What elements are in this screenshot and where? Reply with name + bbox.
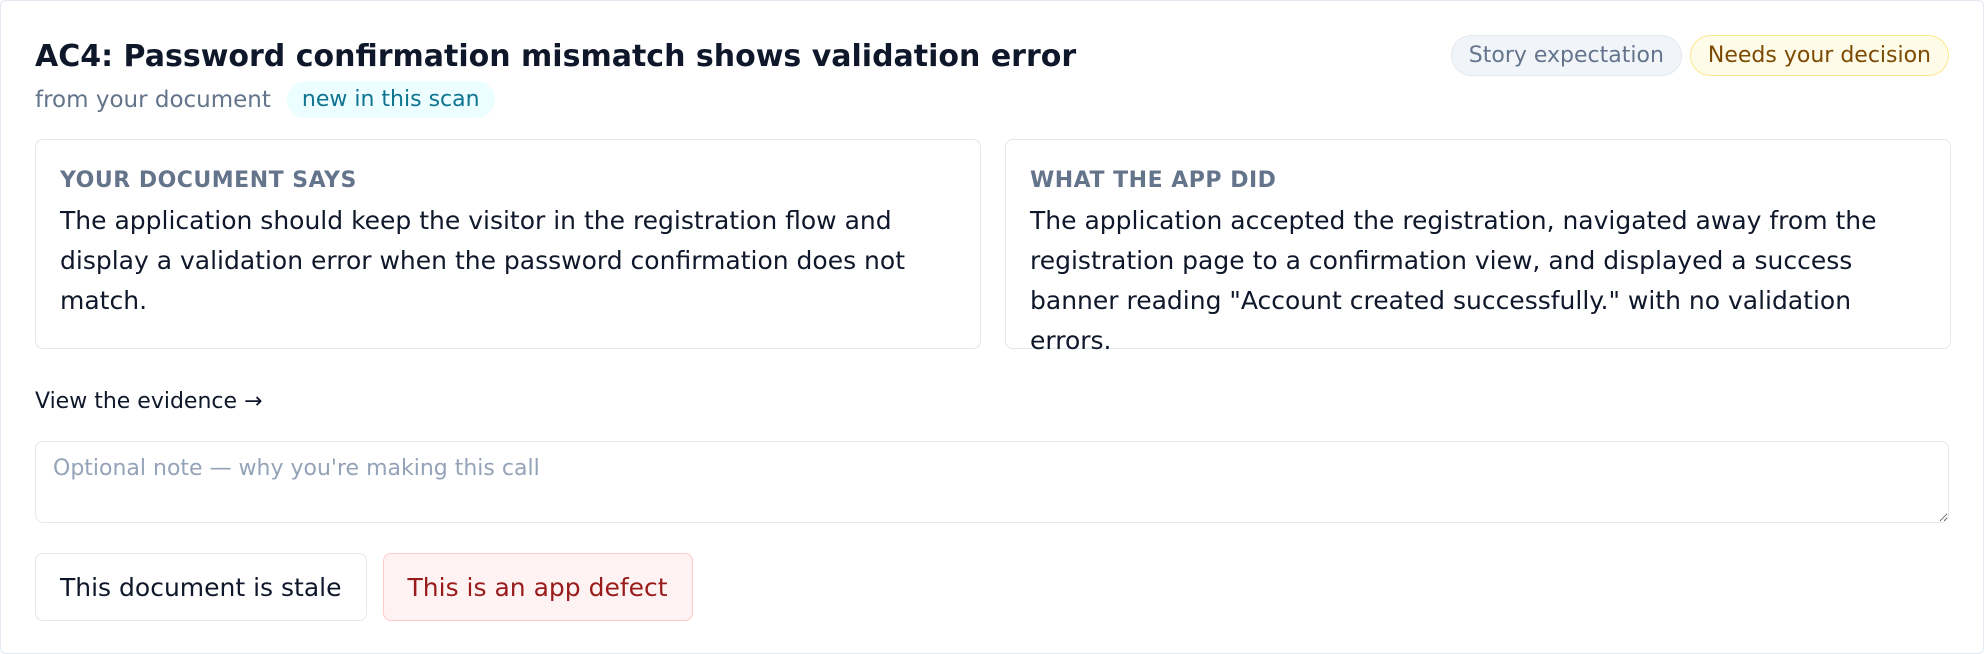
document-stale-button[interactable]: This document is stale (35, 553, 367, 621)
finding-badges: Story expectation Needs your decision (1450, 35, 1949, 76)
app-panel: WHAT THE APP DID The application accepte… (1005, 139, 1951, 355)
document-panel-text: The application should keep the visitor … (60, 206, 905, 315)
status-badge: Needs your decision (1689, 35, 1949, 76)
decision-actions: This document is stale This is an app de… (35, 553, 693, 621)
finding-meta: from your document new in this scan (35, 81, 495, 118)
document-panel: YOUR DOCUMENT SAYS The application shoul… (35, 139, 981, 349)
type-badge: Story expectation (1450, 35, 1682, 76)
view-evidence-link[interactable]: View the evidence → (35, 389, 262, 414)
app-panel-text: The application accepted the registratio… (1030, 206, 1877, 355)
app-defect-button[interactable]: This is an app defect (382, 553, 693, 621)
app-panel-label: WHAT THE APP DID (1030, 168, 1277, 193)
note-field[interactable] (35, 441, 1949, 523)
finding-source: from your document (35, 86, 271, 113)
new-scan-badge: new in this scan (286, 81, 495, 118)
finding-card: AC4: Password confirmation mismatch show… (0, 0, 1984, 654)
document-panel-label: YOUR DOCUMENT SAYS (60, 168, 357, 193)
finding-title: AC4: Password confirmation mismatch show… (35, 39, 1077, 74)
